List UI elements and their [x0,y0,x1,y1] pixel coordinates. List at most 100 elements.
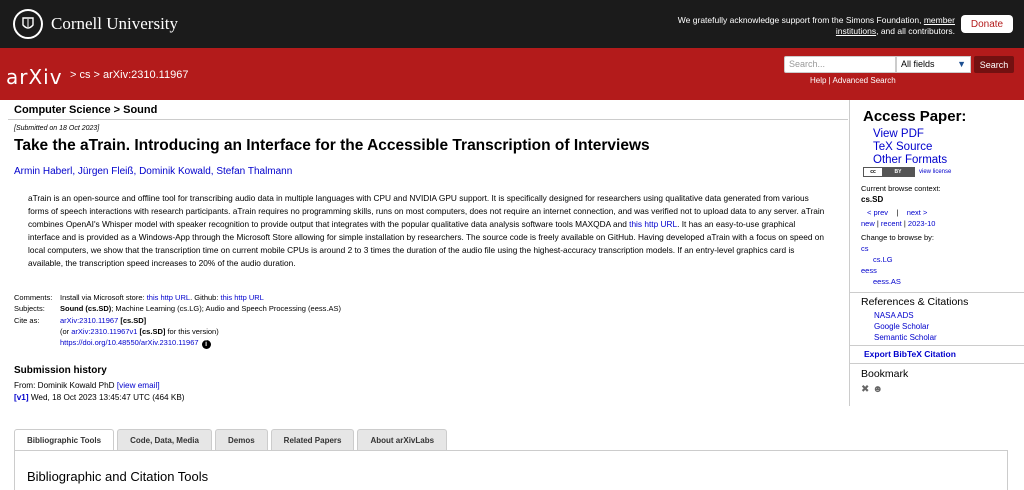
doi-row: https://doi.org/10.48550/arXiv.2310.1196… [14,337,341,350]
browse-cs-lg-link[interactable]: cs.LG [873,254,941,265]
tab-related-papers[interactable]: Related Papers [270,429,355,450]
nasa-ads-link[interactable]: NASA ADS [874,310,937,321]
author-link[interactable]: Armin Haberl [14,166,72,177]
google-scholar-link[interactable]: Google Scholar [874,321,937,332]
subject-header: Computer Science > Sound [8,100,848,120]
help-link[interactable]: Help [810,76,826,85]
sidebar-divider [850,345,1024,346]
ack-text-2: , and all contributors. [876,26,955,36]
arxiv-logo[interactable]: arXiv [6,65,63,89]
submission-history: From: Dominik Kowald PhD [view email] [v… [14,380,185,404]
info-icon[interactable]: i [201,340,211,350]
cite-v1-rest: for this version) [165,326,219,336]
subject-heading: Computer Science > Sound [14,104,158,116]
subjects-row: Subjects: Sound (cs.SD); Machine Learnin… [14,303,341,314]
tab-about-arxivlabs[interactable]: About arXivLabs [357,429,448,450]
view-email-link[interactable]: [view email] [117,381,160,390]
comments-text-2: . Github: [190,293,221,302]
browse-context-label: Current browse context: [861,184,941,193]
nav-separator: | [876,219,879,228]
cornell-header: Cornell University We gratefully acknowl… [0,0,1024,48]
prev-next-nav: < prev | next > [867,207,941,218]
github-link[interactable]: this http URL [221,293,264,302]
comments-link[interactable]: this http URL [147,293,190,302]
new-recent-nav: new | recent | 2023-10 [861,218,941,229]
browse-eess-as-link[interactable]: eess.AS [873,276,941,287]
references-links: NASA ADS Google Scholar Semantic Scholar [874,310,937,343]
paper-title: Take the aTrain. Introducing an Interfac… [14,137,650,154]
comments-label: Comments: [14,293,53,302]
reddit-icon[interactable]: ☻ [872,384,883,395]
cornell-logo[interactable]: Cornell University [13,9,178,39]
cc-badge-left: cc [864,168,882,176]
new-link[interactable]: new [861,219,875,228]
cc-badge-right: BY [882,168,914,176]
author-link[interactable]: Stefan Thalmann [216,166,292,177]
primary-subject: Sound (cs.SD) [60,304,112,314]
search-field-select[interactable]: All fields ▼ [896,56,971,73]
institutions-link[interactable]: institutions [836,26,876,36]
search-button[interactable]: Search [974,56,1014,73]
access-links: View PDF TeX Source Other Formats [873,128,947,167]
other-formats-link[interactable]: Other Formats [873,154,947,167]
browse-cs-link[interactable]: cs [861,243,941,254]
cite-id-link[interactable]: arXiv:2310.11967 [60,316,118,325]
semantic-scholar-link[interactable]: Semantic Scholar [874,332,937,343]
tab-code-data-media[interactable]: Code, Data, Media [117,429,212,450]
breadcrumb[interactable]: > cs > arXiv:2310.11967 [70,69,188,81]
version-date: Wed, 18 Oct 2023 13:45:47 UTC (464 KB) [28,393,185,402]
recent-link[interactable]: recent [881,219,902,228]
cite-v1-tag: [cs.SD] [139,326,166,336]
cc-by-license-icon[interactable]: cc BY [863,167,915,177]
tab-demos[interactable]: Demos [214,429,268,450]
tab-panel-title: Bibliographic and Citation Tools [27,469,209,484]
member-link[interactable]: member [924,15,955,25]
advanced-search-link[interactable]: Advanced Search [833,76,896,85]
bookmark-icons: ✖ ☻ [861,384,883,395]
cite-tag: [cs.SD] [120,315,147,325]
doi-link[interactable]: https://doi.org/10.48550/arXiv.2310.1196… [60,338,199,347]
cite-version-row: (or arXiv:2310.11967v1 [cs.SD] for this … [14,326,341,337]
month-link[interactable]: 2023-10 [908,219,936,228]
version-line: [v1] Wed, 18 Oct 2023 13:45:47 UTC (464 … [14,392,185,404]
view-license-link[interactable]: view license [919,169,951,175]
nav-separator: | [903,219,906,228]
change-browse-label: Change to browse by: [861,233,934,242]
prev-link[interactable]: < prev [867,208,888,217]
support-acknowledgement: We gratefully acknowledge support from t… [660,15,955,37]
tab-panel: Bibliographic and Citation Tools [14,450,1008,490]
bibsonomy-icon[interactable]: ✖ [861,384,869,395]
next-link[interactable]: next > [907,208,928,217]
cite-or: (or [60,326,72,336]
submitter-line: From: Dominik Kowald PhD [view email] [14,380,185,392]
abstract: aTrain is an open-source and offline too… [28,192,828,269]
nav-separator: | [896,208,899,217]
sidebar-divider [850,292,1024,293]
cite-row: Cite as: arXiv:2310.11967 [cs.SD] [14,315,341,326]
abstract-url-link[interactable]: this http URL [629,219,677,229]
author-link[interactable]: Jürgen Fleiß [78,166,134,177]
export-bibtex-link[interactable]: Export BibTeX Citation [864,349,956,359]
tab-bibliographic-tools[interactable]: Bibliographic Tools [14,429,115,451]
author-link[interactable]: Dominik Kowald [139,166,211,177]
sidebar-divider [850,363,1024,364]
search-input[interactable]: Search... [784,56,896,73]
author-list: Armin Haberl, Jürgen Fleiß, Dominik Kowa… [14,166,293,177]
submitted-date: [Submitted on 18 Oct 2023] [14,125,100,132]
view-pdf-link[interactable]: View PDF [873,128,947,141]
version-link[interactable]: [v1] [14,393,29,402]
browse-context: Current browse context: cs.SD < prev | n… [861,183,941,287]
arxiv-header: arXiv > cs > arXiv:2310.11967 Search... … [0,48,1024,100]
cite-v1-link[interactable]: arXiv:2310.11967v1 [71,327,137,336]
comments-text: Install via Microsoft store: [60,293,147,302]
access-paper-title: Access Paper: [863,108,967,125]
browse-eess-link[interactable]: eess [861,265,941,276]
submission-history-title: Submission history [14,365,107,376]
comments-row: Comments: Install via Microsoft store: t… [14,292,341,303]
tex-source-link[interactable]: TeX Source [873,141,947,154]
bookmark-title: Bookmark [861,368,909,380]
browse-category: cs.SD [861,195,884,204]
cornell-name: Cornell University [51,14,179,33]
help-links: Help | Advanced Search [810,76,896,85]
donate-button[interactable]: Donate [961,15,1013,33]
